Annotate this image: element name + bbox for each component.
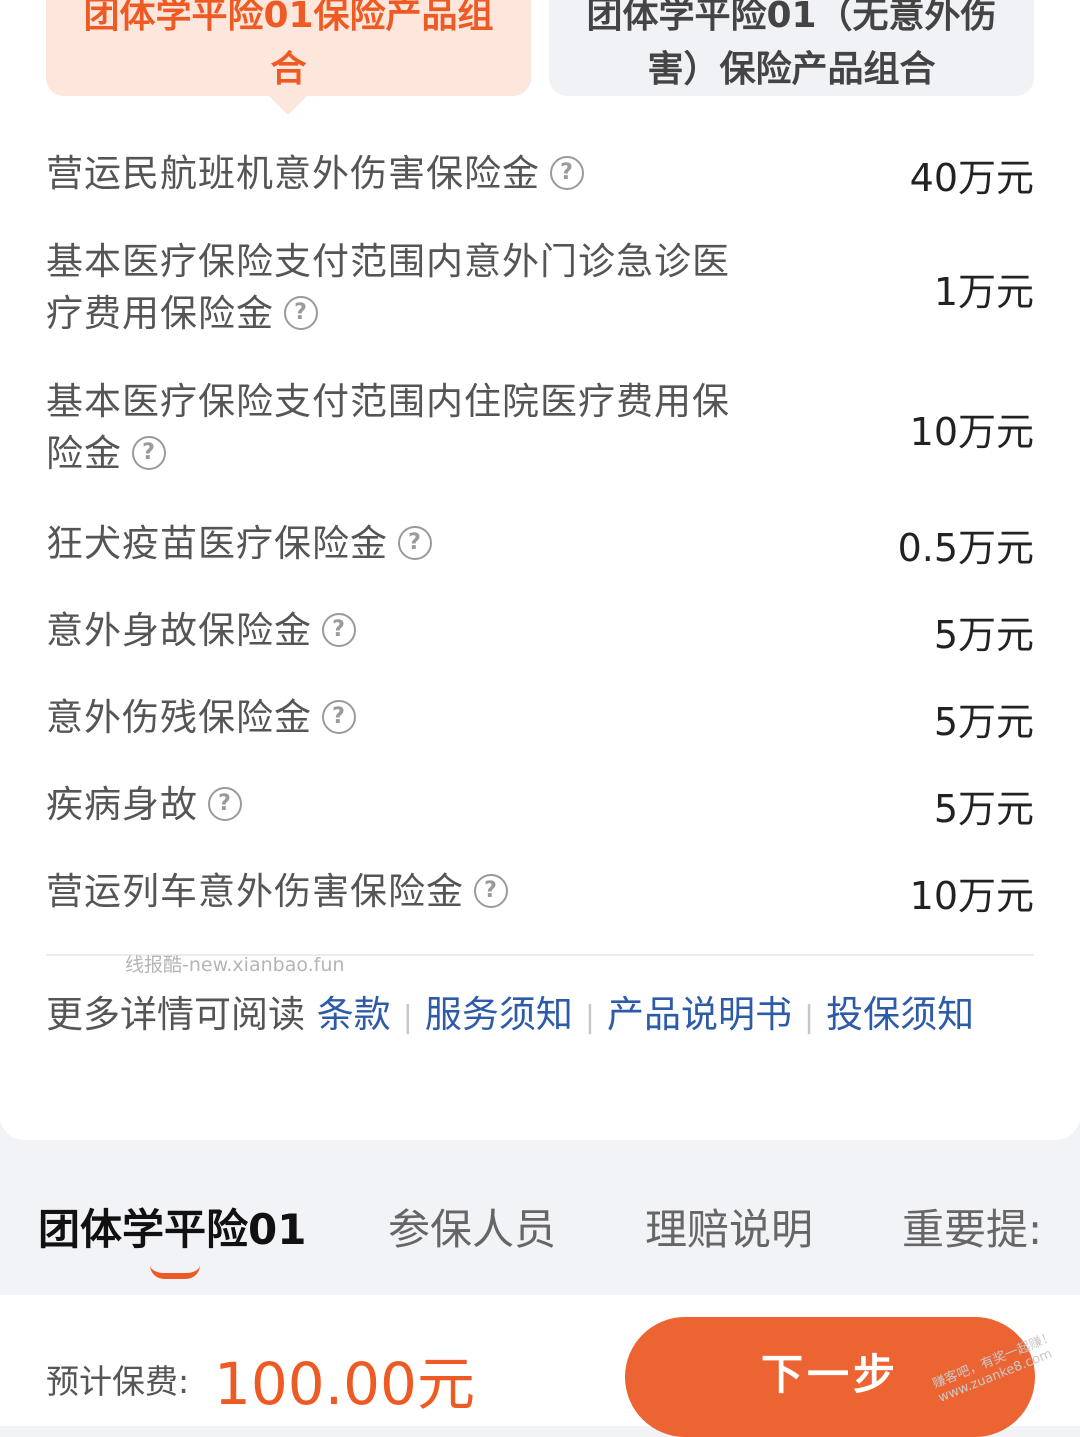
watermark-text: 线报酷-new.xianbao.fun (125, 954, 345, 976)
active-tab-underline (150, 1265, 200, 1279)
coverage-amount: 10万元 (909, 409, 1034, 454)
link-separator: | (803, 1000, 815, 1035)
help-icon[interactable]: ? (322, 612, 356, 647)
link-separator: | (584, 1000, 595, 1035)
help-icon[interactable]: ? (322, 699, 356, 734)
nav-tab-insured[interactable]: 参保人员 (388, 1196, 556, 1257)
coverage-amount: 5万元 (933, 786, 1034, 831)
coverage-row: 营运民航班机意外伤害保险金? 40万元 (46, 148, 1034, 200)
service-notice-link[interactable]: 服务须知 (425, 993, 573, 1036)
coverage-amount: 1万元 (933, 269, 1034, 314)
coverage-row: 狂犬疫苗医疗保险金? 0.5万元 (46, 518, 1034, 570)
coverage-name: 意外伤残保险金 (46, 696, 312, 739)
help-icon[interactable]: ? (398, 525, 432, 560)
nav-tab-important[interactable]: 重要提: (902, 1196, 1042, 1257)
more-info-prefix: 更多详情可阅读 (46, 993, 305, 1036)
coverage-name: 疾病身故 (46, 783, 198, 826)
product-manual-link[interactable]: 产品说明书 (607, 993, 792, 1036)
coverage-row: 基本医疗保险支付范围内意外门诊急诊医疗费用保险金? 1万元 (46, 236, 1034, 340)
coverage-amount: 5万元 (933, 699, 1034, 744)
plan-tab-standard[interactable]: 团体学平险01保险产品组合 (46, 0, 531, 96)
plan-tab-no-accident[interactable]: 团体学平险01（无意外伤害）保险产品组合 (549, 0, 1034, 96)
plan-tab-label: 团体学平险01（无意外伤害）保险产品组合 (586, 0, 997, 90)
premium-value: 100.00元 (214, 1350, 475, 1418)
coverage-card: 团体学平险01保险产品组合 团体学平险01（无意外伤害）保险产品组合 营运民航班… (0, 0, 1080, 1140)
coverage-row: 意外身故保险金? 5万元 (46, 605, 1034, 657)
coverage-amount: 40万元 (909, 155, 1034, 200)
coverage-row: 意外伤残保险金? 5万元 (46, 692, 1034, 744)
help-icon[interactable]: ? (132, 435, 166, 470)
bottom-bar: 预计保费: 100.00元 下一步 (0, 1295, 1080, 1437)
coverage-name: 基本医疗保险支付范围内意外门诊急诊医疗费用保险金 (46, 240, 730, 335)
help-icon[interactable]: ? (474, 873, 508, 908)
coverage-amount: 5万元 (933, 612, 1034, 657)
coverage-name: 营运列车意外伤害保险金 (46, 870, 464, 913)
more-info: 更多详情可阅读 条款 | 服务须知 | 产品说明书 | 投保须知 (46, 988, 1036, 1045)
section-nav: 团体学平险01 参保人员 理赔说明 重要提: (0, 1180, 1080, 1294)
terms-link[interactable]: 条款 (317, 993, 391, 1036)
coverage-row: 基本医疗保险支付范围内住院医疗费用保险金? 10万元 (46, 376, 1034, 480)
coverage-row: 疾病身故? 5万元 (46, 779, 1034, 831)
active-tab-pointer (268, 95, 308, 115)
coverage-name: 营运民航班机意外伤害保险金 (46, 152, 540, 195)
next-step-label: 下一步 (760, 1349, 899, 1399)
help-icon[interactable]: ? (208, 786, 242, 821)
coverage-amount: 0.5万元 (897, 525, 1034, 570)
premium-label: 预计保费: (46, 1362, 190, 1401)
coverage-row: 营运列车意外伤害保险金? 10万元 (46, 866, 1034, 918)
nav-tab-plan[interactable]: 团体学平险01 (38, 1196, 306, 1257)
coverage-amount: 10万元 (909, 873, 1034, 918)
insurance-notice-link[interactable]: 投保须知 (826, 993, 974, 1036)
plan-tab-label: 团体学平险01保险产品组合 (83, 0, 494, 90)
coverage-name: 意外身故保险金 (46, 609, 312, 652)
nav-tab-claims[interactable]: 理赔说明 (645, 1196, 813, 1257)
help-icon[interactable]: ? (550, 155, 584, 190)
help-icon[interactable]: ? (284, 295, 318, 330)
coverage-name: 狂犬疫苗医疗保险金 (46, 522, 388, 565)
link-separator: | (402, 1000, 413, 1035)
